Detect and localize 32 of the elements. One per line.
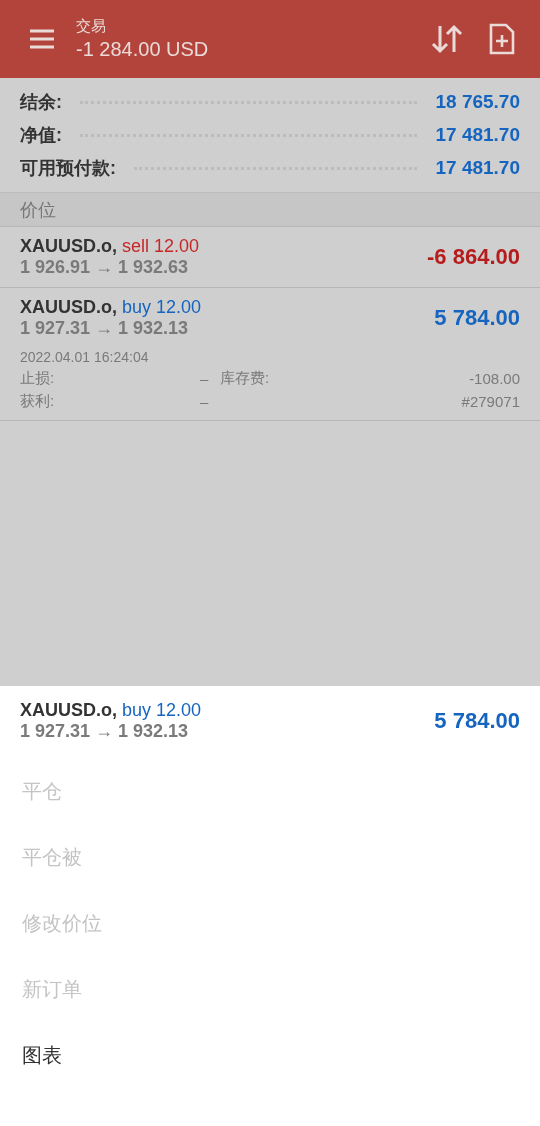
open-time: 2022.04.01 16:24:04	[20, 349, 150, 365]
detail-label: 止损:	[20, 369, 56, 388]
detail-value: #279071	[460, 393, 520, 410]
symbol-text: XAUUSD.o,	[20, 700, 117, 721]
detail-value: –	[200, 393, 210, 410]
price-text: 1 927.31 → 1 932.13	[20, 318, 190, 339]
detail-label: 获利:	[20, 392, 56, 411]
order-text: sell 12.00	[122, 236, 200, 257]
order-text: buy 12.00	[122, 297, 202, 318]
summary-label: 可用预付款:	[20, 157, 116, 180]
summary-value: 18 765.70	[435, 91, 520, 113]
profit-value: 5 784.00	[434, 708, 520, 734]
summary-label: 结余:	[20, 91, 62, 114]
detail-value: -108.00	[468, 370, 520, 387]
position-row[interactable]: XAUUSD.o, buy 12.00 1 927.31 → 1 932.13 5 784.00 2022.04.01 16:24:04 止损: – 库存费: -108.00 获利: – #279071	[0, 288, 540, 421]
screen-title: 交易	[76, 17, 107, 36]
detail-value: –	[200, 370, 210, 387]
price-text: 1 927.31 → 1 932.13	[20, 721, 190, 742]
position-row[interactable]: XAUUSD.o, sell 12.00 1 926.91 → 1 932.63 -6 864.00	[0, 227, 540, 288]
detail-label: 库存费:	[220, 369, 271, 388]
summary-label: 净值:	[20, 124, 62, 147]
symbol-text: XAUUSD.o,	[20, 236, 117, 257]
floating-profit: -1 284.00 USD	[76, 38, 210, 61]
profit-value: 5 784.00	[434, 305, 520, 331]
summary-value: 17 481.70	[435, 124, 520, 146]
symbol-text: XAUUSD.o,	[20, 297, 117, 318]
price-text: 1 926.91 → 1 932.63	[20, 257, 190, 278]
profit-value: -6 864.00	[427, 244, 520, 270]
summary-value: 17 481.70	[435, 157, 520, 179]
order-text: buy 12.00	[122, 700, 202, 721]
section-title: 价位	[20, 198, 56, 222]
menu-item[interactable]: 图表	[20, 1022, 520, 1088]
